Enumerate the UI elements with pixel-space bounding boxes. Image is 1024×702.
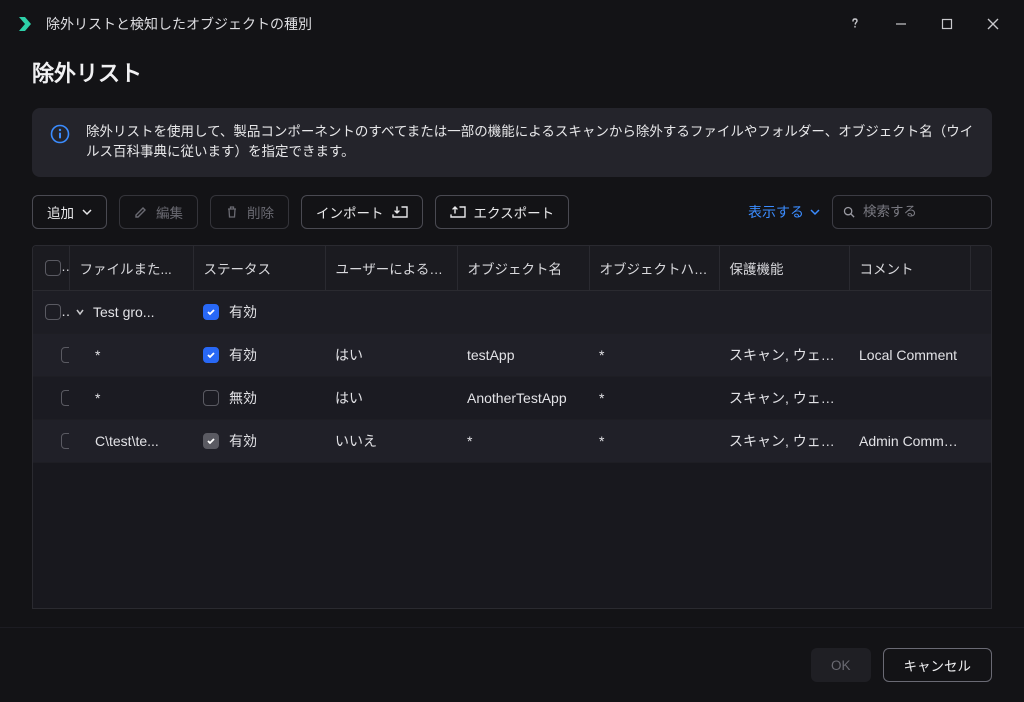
- checkbox[interactable]: [45, 304, 61, 320]
- add-label: 追加: [47, 202, 74, 222]
- header-status[interactable]: ステータス: [193, 246, 325, 291]
- header-row: ファイルまた... ステータス ユーザーによる追加 オブジェクト名 オブジェクト…: [33, 246, 991, 291]
- import-label: インポート: [316, 202, 384, 222]
- info-icon: [50, 124, 70, 144]
- status-checkbox[interactable]: [203, 347, 219, 363]
- object-name-value: AnotherTestApp: [457, 376, 589, 419]
- cancel-button[interactable]: キャンセル: [883, 648, 993, 682]
- table-row[interactable]: *有効はいtestApp*スキャン, ウェブ脅威...Local Comment: [33, 333, 991, 376]
- status-label: 有効: [229, 431, 257, 451]
- app-logo-icon: [16, 15, 34, 33]
- file-value: C\test\te...: [95, 433, 159, 449]
- header-file[interactable]: ファイルまた...: [69, 246, 193, 291]
- table-row[interactable]: C\test\te...有効いいえ**スキャン, ウェブ脅威...Admin C…: [33, 419, 991, 462]
- display-label: 表示する: [748, 202, 804, 222]
- object-hash-value: *: [589, 333, 719, 376]
- comment-value: Admin Comment: [849, 419, 971, 462]
- header-object-hash[interactable]: オブジェクトハッシュ: [589, 246, 719, 291]
- minimize-button[interactable]: [878, 4, 924, 44]
- status-label: 有効: [229, 302, 257, 322]
- chevron-down-icon[interactable]: [75, 307, 85, 317]
- close-button[interactable]: [970, 4, 1016, 44]
- file-value: *: [95, 347, 100, 363]
- edit-button[interactable]: 編集: [119, 195, 198, 229]
- file-value: *: [95, 390, 100, 406]
- window-title: 除外リストと検知したオブジェクトの種別: [46, 14, 820, 34]
- delete-button[interactable]: 削除: [210, 195, 289, 229]
- search-box[interactable]: [832, 195, 992, 229]
- group-row[interactable]: Test gro... 有効: [33, 290, 991, 333]
- edit-label: 編集: [156, 202, 183, 222]
- export-button[interactable]: エクスポート: [435, 195, 570, 229]
- protection-value: スキャン, ウェブ脅威...: [719, 419, 849, 462]
- comment-value: Local Comment: [849, 333, 971, 376]
- maximize-button[interactable]: [924, 4, 970, 44]
- pencil-icon: [134, 205, 148, 219]
- export-icon: [450, 205, 466, 219]
- import-icon: [392, 205, 408, 219]
- user-added-value: いいえ: [325, 419, 457, 462]
- info-banner: 除外リストを使用して、製品コンポーネントのすべてまたは一部の機能によるスキャンか…: [32, 108, 992, 177]
- footer: OK キャンセル: [0, 627, 1024, 702]
- window-controls: [832, 4, 1016, 44]
- user-added-value: はい: [325, 333, 457, 376]
- window: 除外リストと検知したオブジェクトの種別 除外リスト 除外リストを使用して、製品コ…: [0, 0, 1024, 702]
- delete-label: 削除: [247, 202, 274, 222]
- ok-button[interactable]: OK: [811, 648, 871, 682]
- status-label: 無効: [229, 388, 257, 408]
- info-text: 除外リストを使用して、製品コンポーネントのすべてまたは一部の機能によるスキャンか…: [86, 122, 974, 163]
- status-checkbox[interactable]: [203, 390, 219, 406]
- checkbox[interactable]: [61, 433, 69, 449]
- status-label: 有効: [229, 345, 257, 365]
- search-input[interactable]: [863, 204, 981, 219]
- search-icon: [843, 205, 855, 219]
- header-select[interactable]: [33, 246, 69, 291]
- table-row[interactable]: *無効はいAnotherTestApp*スキャン, ウェブ脅威...: [33, 376, 991, 419]
- chevron-down-icon: [810, 208, 820, 216]
- chevron-down-icon: [82, 208, 92, 216]
- display-dropdown[interactable]: 表示する: [748, 202, 820, 222]
- header-user-added[interactable]: ユーザーによる追加: [325, 246, 457, 291]
- protection-value: スキャン, ウェブ脅威...: [719, 333, 849, 376]
- titlebar: 除外リストと検知したオブジェクトの種別: [0, 0, 1024, 48]
- user-added-value: はい: [325, 376, 457, 419]
- header-object-name[interactable]: オブジェクト名: [457, 246, 589, 291]
- object-name-value: *: [457, 419, 589, 462]
- import-button[interactable]: インポート: [301, 195, 423, 229]
- header-comment[interactable]: コメント: [849, 246, 971, 291]
- checkbox[interactable]: [45, 260, 61, 276]
- table-filler: [33, 463, 991, 609]
- status-checkbox[interactable]: [203, 433, 219, 449]
- checkbox[interactable]: [61, 390, 69, 406]
- protection-value: スキャン, ウェブ脅威...: [719, 376, 849, 419]
- toolbar: 追加 編集 削除 インポート エクスポート 表示する: [32, 195, 992, 229]
- exclusion-table: ファイルまた... ステータス ユーザーによる追加 オブジェクト名 オブジェクト…: [32, 245, 992, 610]
- object-name-value: testApp: [457, 333, 589, 376]
- header-protection[interactable]: 保護機能: [719, 246, 849, 291]
- object-hash-value: *: [589, 419, 719, 462]
- export-label: エクスポート: [474, 202, 555, 222]
- header-end: [971, 246, 992, 291]
- comment-value: [849, 376, 971, 419]
- help-button[interactable]: [832, 4, 878, 44]
- checkbox[interactable]: [61, 347, 69, 363]
- status-checkbox[interactable]: [203, 304, 219, 320]
- trash-icon: [225, 205, 239, 219]
- object-hash-value: *: [589, 376, 719, 419]
- page-title: 除外リスト: [32, 56, 992, 88]
- content: 除外リスト 除外リストを使用して、製品コンポーネントのすべてまたは一部の機能によ…: [0, 48, 1024, 627]
- group-name: Test gro...: [93, 304, 154, 320]
- add-button[interactable]: 追加: [32, 195, 107, 229]
